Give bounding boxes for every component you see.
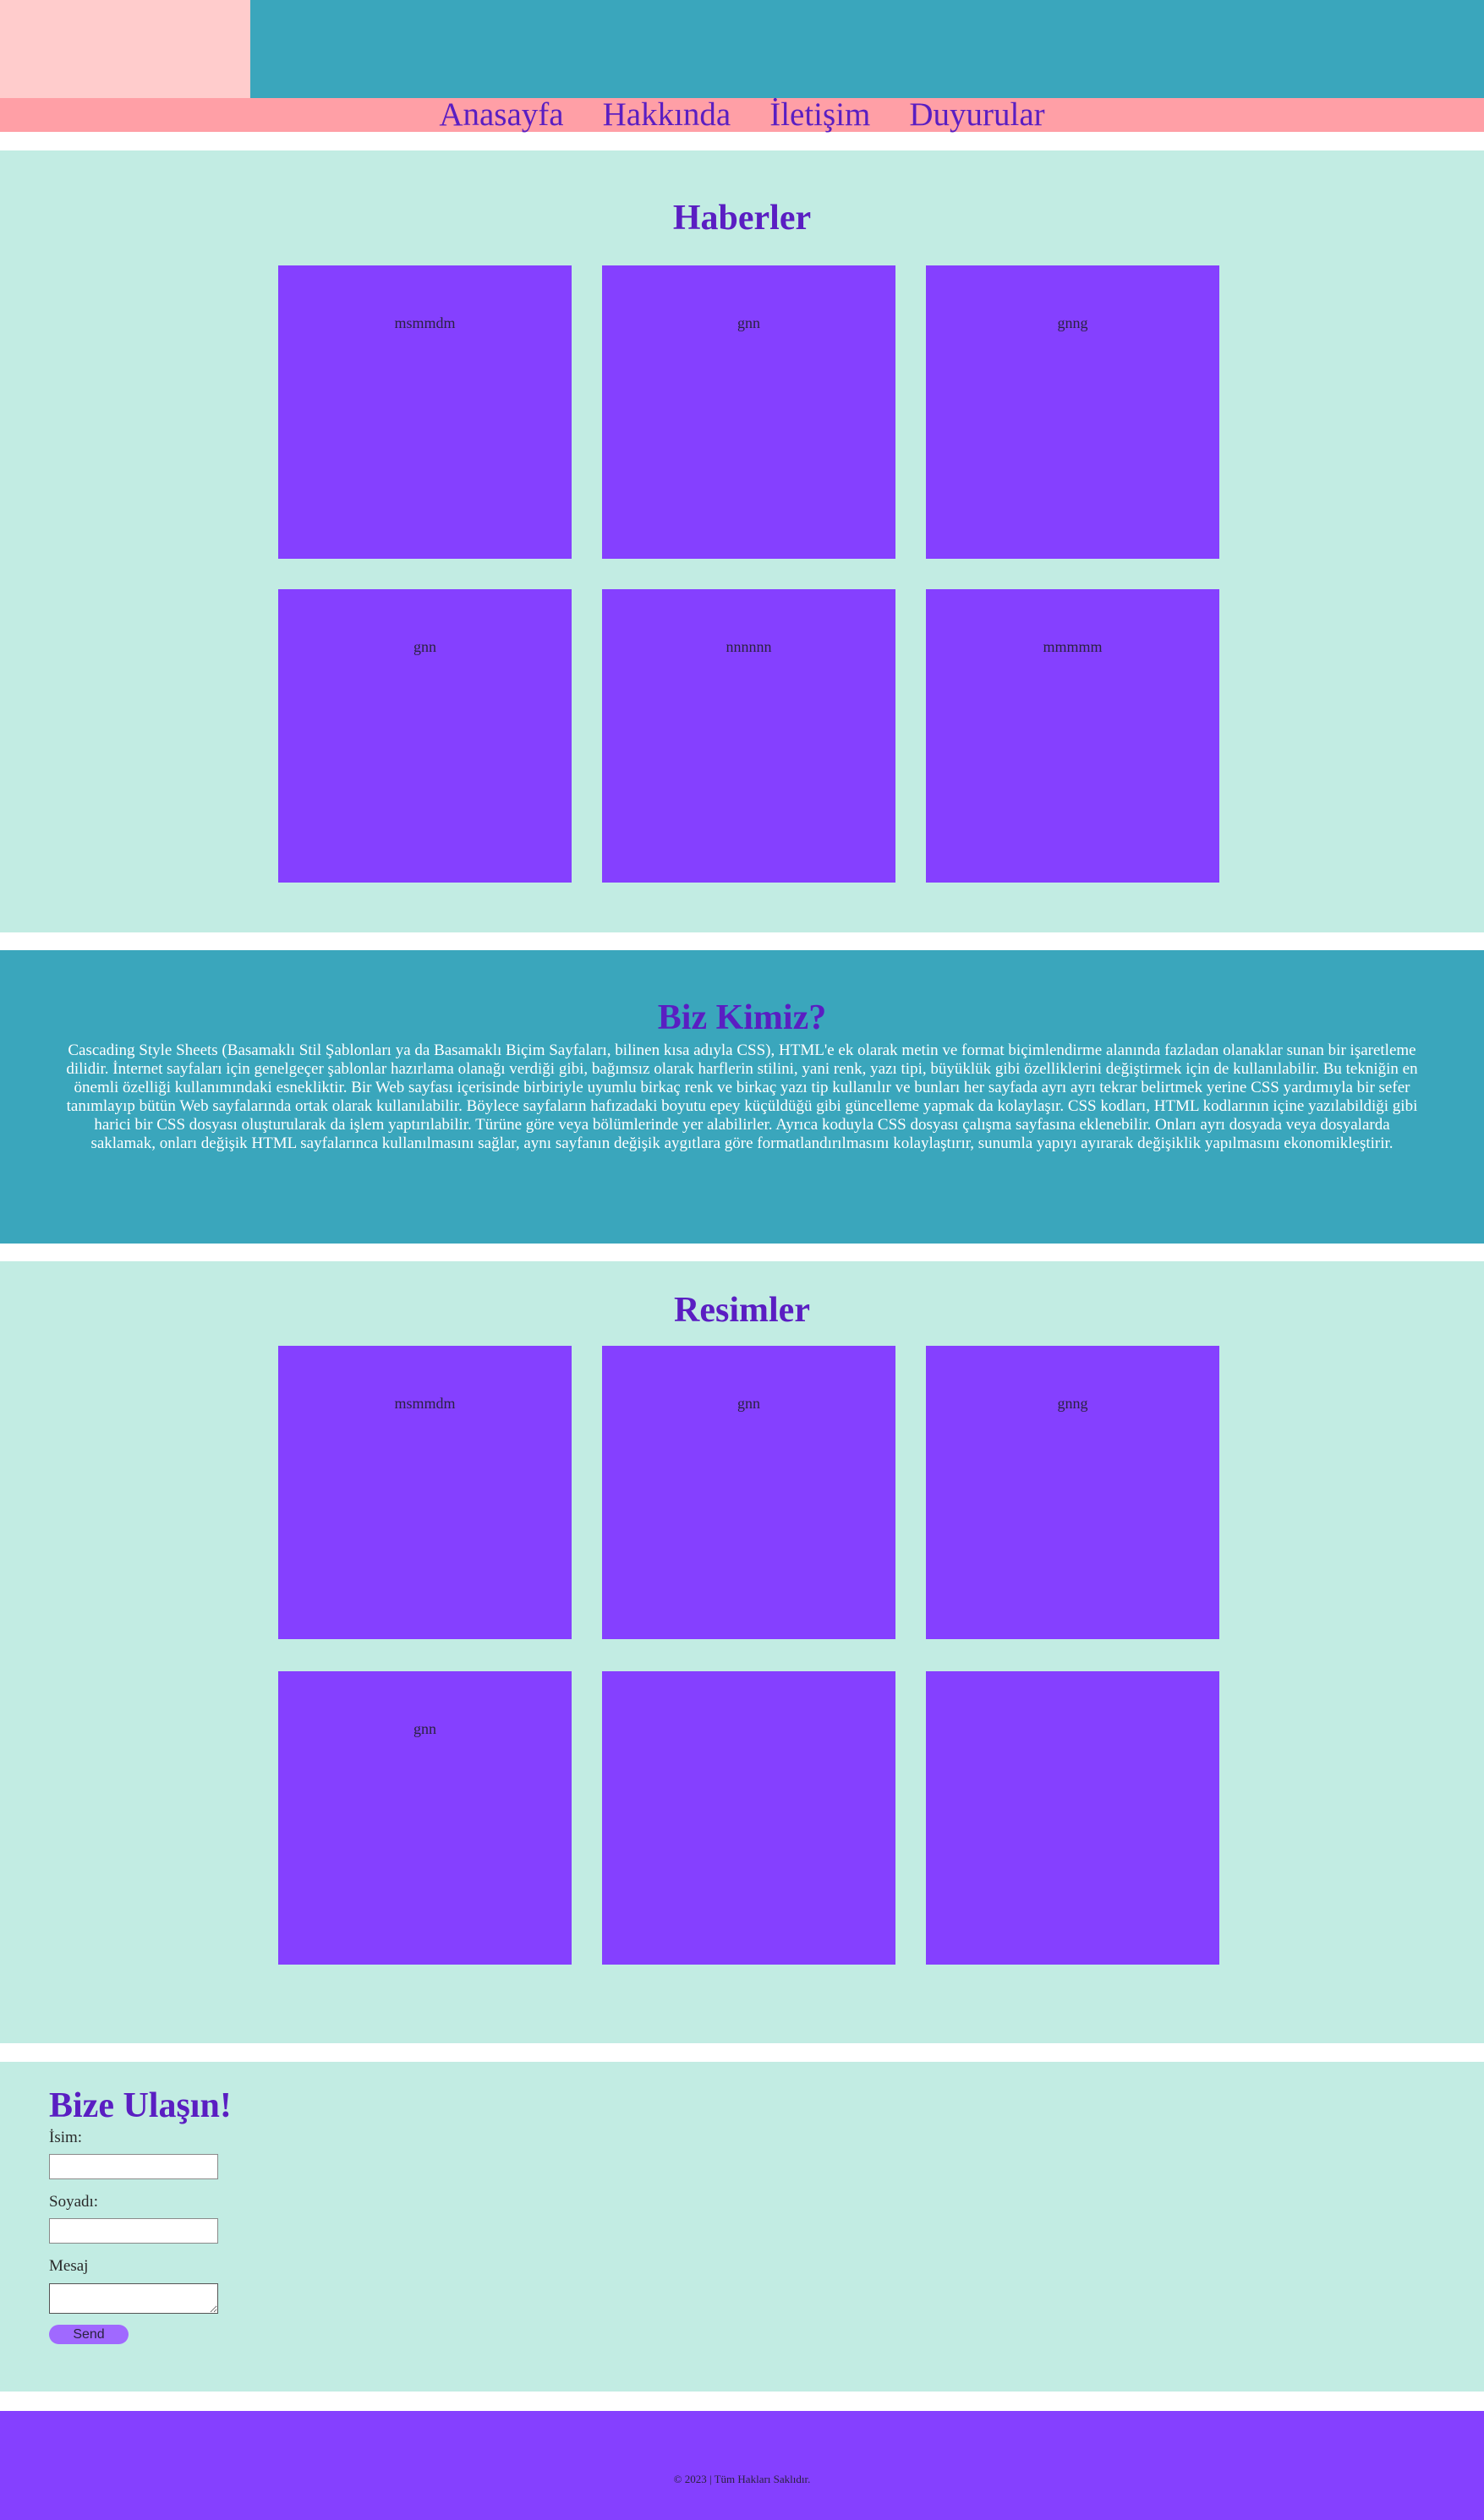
news-card-label: msmmdm [394,314,456,331]
nav-link-home[interactable]: Anasayfa [439,98,563,132]
nav-link-about[interactable]: Hakkında [603,98,731,132]
message-label: Mesaj [49,2257,89,2275]
news-card[interactable]: gnng [926,265,1219,559]
gallery-card-label: gnn [737,1395,760,1412]
main-navigation: Anasayfa Hakkında İletişim Duyurular [0,98,1484,132]
about-section: Biz Kimiz? Cascading Style Sheets (Basam… [0,950,1484,1244]
gallery-card[interactable]: gnn [278,1671,572,1965]
news-card[interactable]: gnn [278,589,572,883]
news-section: Haberler msmmdm gnn gnng gnn nnnnnn mmmm… [0,150,1484,932]
name-label: İsim: [49,2129,83,2146]
surname-input[interactable] [49,2218,218,2244]
news-card-label: mmmmm [1043,638,1103,655]
news-card-label: gnn [413,638,436,655]
news-card-label: nnnnnn [726,638,772,655]
site-logo[interactable] [0,0,250,98]
nav-link-contact[interactable]: İletişim [769,98,870,132]
footer-copyright: © 2023 | Tüm Hakları Saklıdır. [673,2473,811,2485]
news-card[interactable]: mmmmm [926,589,1219,883]
gallery-card[interactable]: msmmdm [278,1346,572,1639]
header-banner [0,0,1484,98]
news-card[interactable]: nnnnnn [602,589,895,883]
gallery-card[interactable] [926,1671,1219,1965]
news-card[interactable]: msmmdm [278,265,572,559]
news-card-label: gnn [737,314,760,331]
footer: © 2023 | Tüm Hakları Saklıdır. [0,2411,1484,2520]
name-input[interactable] [49,2154,218,2179]
gallery-card-label: msmmdm [394,1395,456,1412]
news-title: Haberler [672,199,812,238]
contact-title: Bize Ulaşın! [49,2086,232,2125]
gallery-title: Resimler [674,1291,810,1330]
nav-link-announcements[interactable]: Duyurular [909,98,1044,132]
gallery-card[interactable] [602,1671,895,1965]
about-text: Cascading Style Sheets (Basamaklı Stil Ş… [66,1041,1418,1152]
gallery-card-label: gnng [1057,1395,1088,1412]
gallery-section: Resimler msmmdm gnn gnng gnn [0,1261,1484,2043]
surname-label: Soyadı: [49,2193,99,2211]
send-button[interactable]: Send [49,2325,129,2344]
news-card-label: gnng [1057,314,1088,331]
about-title: Biz Kimiz? [657,998,827,1037]
news-card[interactable]: gnn [602,265,895,559]
gallery-card-label: gnn [413,1720,436,1737]
gallery-card[interactable]: gnng [926,1346,1219,1639]
message-textarea[interactable] [49,2283,218,2314]
gallery-card[interactable]: gnn [602,1346,895,1639]
